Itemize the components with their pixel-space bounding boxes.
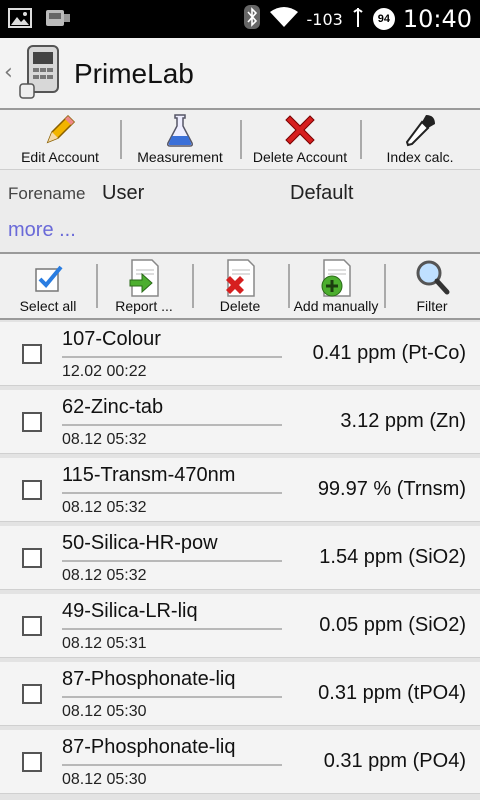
- account-toolbar: Edit Account Measurement Delete Account …: [0, 110, 480, 170]
- report-arrow-icon: [124, 258, 164, 298]
- signal-strength-text: -103: [306, 9, 343, 29]
- row-checkbox[interactable]: [22, 684, 42, 704]
- measurement-value: 0.31 ppm (PO4): [323, 750, 466, 772]
- select-all-label: Select all: [19, 298, 77, 314]
- more-link[interactable]: more ...: [8, 219, 76, 242]
- row-divider: [62, 492, 282, 494]
- row-checkbox[interactable]: [22, 548, 42, 568]
- measurement-list: 107-Colour 12.02 00:22 0.41 ppm (Pt-Co) …: [0, 320, 480, 800]
- index-calc-label: Index calc.: [386, 149, 454, 165]
- clock: 10:40: [402, 5, 472, 33]
- measurement-row[interactable]: 87-Phosphonate-liq 08.12 05:30 0.31 ppm …: [0, 730, 480, 794]
- measurement-name: 115-Transm-470nm: [62, 464, 236, 486]
- checkmark-icon: [28, 258, 68, 298]
- measurement-value: 0.41 ppm (Pt-Co): [312, 342, 466, 364]
- row-divider: [62, 764, 282, 766]
- battery-badge: 94: [372, 8, 395, 30]
- measurement-value: 0.05 ppm (SiO2): [319, 614, 466, 636]
- pencil-icon: [40, 110, 80, 149]
- measurement-row[interactable]: 115-Transm-470nm 08.12 05:32 99.97 % (Tr…: [0, 458, 480, 522]
- edit-account-button[interactable]: Edit Account: [0, 110, 120, 169]
- measurement-name: 87-Phosphonate-liq: [62, 736, 236, 758]
- account-info: Forename User Default more ...: [0, 170, 480, 252]
- measurement-name: 107-Colour: [62, 328, 161, 350]
- row-divider: [62, 424, 282, 426]
- row-checkbox[interactable]: [22, 480, 42, 500]
- edit-account-label: Edit Account: [21, 149, 99, 165]
- add-document-icon: [316, 258, 356, 298]
- gallery-icon: [8, 7, 32, 34]
- device-icon: [42, 6, 72, 35]
- app-title: PrimeLab: [74, 58, 194, 89]
- wifi-icon: [269, 5, 299, 34]
- measurement-button[interactable]: Measurement: [120, 110, 240, 169]
- measurement-date: 08.12 05:30: [62, 703, 147, 720]
- row-divider: [62, 696, 282, 698]
- flask-icon: [160, 110, 200, 149]
- list-toolbar: Select all Report ... Delete Add manuall…: [0, 252, 480, 320]
- measurement-date: 08.12 05:32: [62, 431, 147, 448]
- row-checkbox[interactable]: [22, 344, 42, 364]
- red-x-icon: [280, 110, 320, 149]
- measurement-date: 08.12 05:32: [62, 567, 147, 584]
- filter-label: Filter: [416, 298, 448, 314]
- measurement-row[interactable]: 62-Zinc-tab 08.12 05:32 3.12 ppm (Zn): [0, 390, 480, 454]
- delete-label: Delete: [219, 298, 261, 314]
- delete-button[interactable]: Delete: [192, 254, 288, 318]
- row-checkbox[interactable]: [22, 616, 42, 636]
- row-divider: [62, 560, 282, 562]
- measurement-name: 87-Phosphonate-liq: [62, 668, 236, 690]
- status-bar: -103 94 10:40: [0, 0, 480, 38]
- row-divider: [62, 628, 282, 630]
- signal-bars-icon: [351, 5, 365, 34]
- measurement-value: 99.97 % (Trnsm): [317, 478, 466, 500]
- add-manually-button[interactable]: Add manually: [288, 254, 384, 318]
- delete-document-icon: [220, 258, 260, 298]
- forename-label: Forename: [8, 184, 86, 203]
- measurement-name: 50-Silica-HR-pow: [62, 532, 218, 554]
- report-label: Report ...: [115, 298, 173, 314]
- select-all-button[interactable]: Select all: [0, 254, 96, 318]
- index-calc-button[interactable]: Index calc.: [360, 110, 480, 169]
- app-logo[interactable]: [18, 44, 70, 102]
- delete-account-button[interactable]: Delete Account: [240, 110, 360, 169]
- measurement-row[interactable]: 49-Silica-LR-liq 08.12 05:31 0.05 ppm (S…: [0, 594, 480, 658]
- measurement-value: 3.12 ppm (Zn): [340, 410, 466, 432]
- measurement-label: Measurement: [137, 149, 223, 165]
- profile-name: Default: [290, 182, 354, 204]
- report-button[interactable]: Report ...: [96, 254, 192, 318]
- delete-account-label: Delete Account: [252, 149, 348, 165]
- measurement-row[interactable]: 50-Silica-HR-pow 08.12 05:32 1.54 ppm (S…: [0, 526, 480, 590]
- back-chevron-icon[interactable]: ‹: [4, 60, 13, 85]
- magnifier-icon: [412, 258, 452, 298]
- forename-value: User: [102, 182, 145, 204]
- measurement-date: 08.12 05:32: [62, 499, 147, 516]
- measurement-date: 08.12 05:31: [62, 635, 147, 652]
- action-bar: ‹ PrimeLab: [0, 38, 480, 110]
- measurement-row[interactable]: 107-Colour 12.02 00:22 0.41 ppm (Pt-Co): [0, 322, 480, 386]
- filter-button[interactable]: Filter: [384, 254, 480, 318]
- measurement-date: 08.12 05:30: [62, 771, 147, 788]
- row-divider: [62, 356, 282, 358]
- measurement-value: 1.54 ppm (SiO2): [319, 546, 466, 568]
- measurement-name: 62-Zinc-tab: [62, 396, 164, 418]
- add-manually-label: Add manually: [293, 298, 379, 314]
- measurement-date: 12.02 00:22: [62, 363, 147, 380]
- row-checkbox[interactable]: [22, 412, 42, 432]
- pipette-icon: [400, 110, 440, 149]
- measurement-name: 49-Silica-LR-liq: [62, 600, 198, 622]
- measurement-value: 0.31 ppm (tPO4): [318, 682, 466, 704]
- bluetooth-icon: [243, 4, 261, 35]
- row-checkbox[interactable]: [22, 752, 42, 772]
- measurement-row[interactable]: 87-Phosphonate-liq 08.12 05:30 0.31 ppm …: [0, 662, 480, 726]
